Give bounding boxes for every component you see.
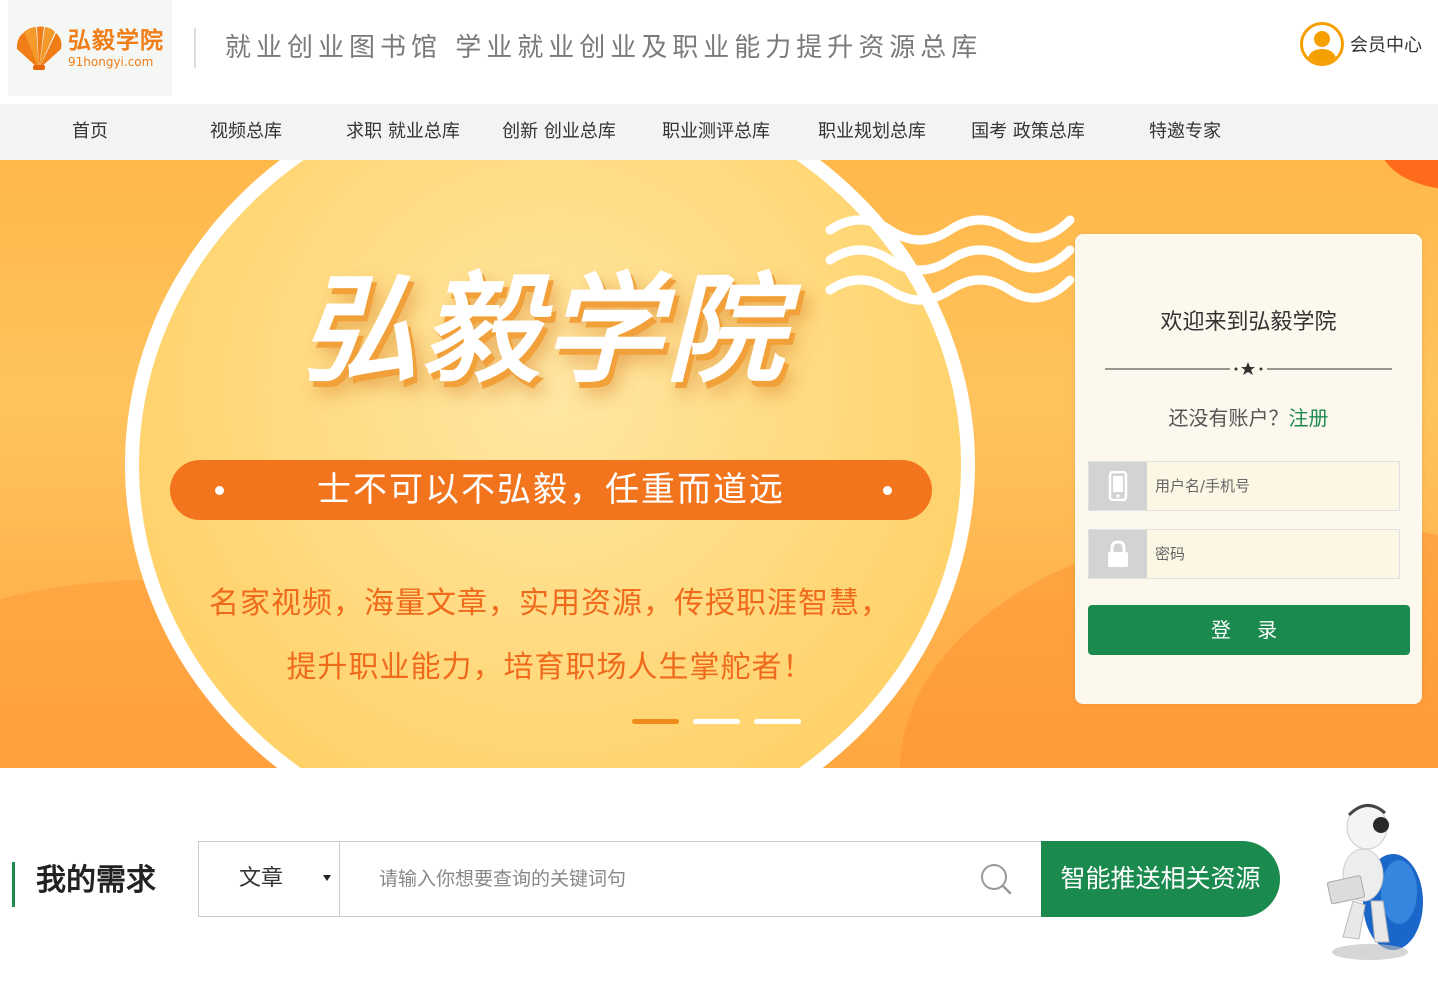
password-input[interactable] xyxy=(1147,530,1399,578)
nav-item-job[interactable]: 求职 就业总库 xyxy=(343,104,463,160)
nav-item-video[interactable]: 视频总库 xyxy=(208,104,284,160)
nav-item-home[interactable]: 首页 xyxy=(70,104,110,160)
need-title: 我的需求 xyxy=(36,863,156,898)
lock-icon xyxy=(1089,530,1147,578)
nav-item-planning[interactable]: 职业规划总库 xyxy=(814,104,930,160)
banner-bg-shape xyxy=(1380,160,1438,190)
slogan-dot xyxy=(215,486,224,495)
site-tagline: 就业创业图书馆 学业就业创业及职业能力提升资源总库 xyxy=(225,33,983,63)
login-divider xyxy=(1105,362,1392,375)
password-field[interactable] xyxy=(1088,529,1400,579)
login-panel: 欢迎来到弘毅学院 还没有账户？注册 登 录 xyxy=(1075,234,1422,704)
slide-indicators xyxy=(632,719,801,724)
slogan-text: 士不可以不弘毅，任重而道远 xyxy=(317,470,785,510)
no-account-text: 还没有账户？ xyxy=(1168,406,1289,430)
banner-title: 弘毅学院 xyxy=(300,261,789,399)
need-search-bar: 文章 智能推送相关资源 xyxy=(198,841,1280,917)
need-accent-bar xyxy=(12,862,15,907)
username-field[interactable] xyxy=(1088,461,1400,511)
phone-icon xyxy=(1089,462,1147,510)
mascot-figure xyxy=(1326,804,1423,960)
register-prompt: 还没有账户？注册 xyxy=(1075,402,1422,431)
slogan-dot xyxy=(883,486,892,495)
category-select-value: 文章 xyxy=(239,866,284,891)
nav-item-experts[interactable]: 特邀专家 xyxy=(1146,104,1224,160)
username-input[interactable] xyxy=(1147,462,1399,510)
banner-desc-line1: 名家视频，海量文章，实用资源，传授职涯智慧， xyxy=(209,586,891,621)
slide-indicator-2[interactable] xyxy=(693,719,740,724)
shell-logo-icon xyxy=(16,26,62,70)
nav-item-startup[interactable]: 创新 创业总库 xyxy=(499,104,619,160)
main-nav: 首页 视频总库 求职 就业总库 创新 创业总库 职业测评总库 职业规划总库 国考… xyxy=(0,104,1438,160)
search-input[interactable] xyxy=(341,842,981,916)
site-header: 弘毅学院 91hongyi.com 就业创业图书馆 学业就业创业及职业能力提升资… xyxy=(0,0,1438,104)
header-divider xyxy=(194,28,196,68)
wave-decoration xyxy=(825,215,1075,305)
login-button[interactable]: 登 录 xyxy=(1088,605,1410,655)
banner-slogan: 士不可以不弘毅，任重而道远 xyxy=(170,460,932,520)
category-select[interactable]: 文章 xyxy=(199,842,340,916)
slide-indicator-3[interactable] xyxy=(754,719,801,724)
member-center-label: 会员中心 xyxy=(1350,35,1422,56)
register-link[interactable]: 注册 xyxy=(1289,406,1329,430)
logo-domain-text: 91hongyi.com xyxy=(68,55,154,69)
banner-desc-line2: 提升职业能力，培育职场人生掌舵者！ xyxy=(286,650,814,685)
slide-indicator-1[interactable] xyxy=(632,719,679,724)
logo-chinese-text: 弘毅学院 xyxy=(68,28,164,54)
nav-item-assessment[interactable]: 职业测评总库 xyxy=(658,104,774,160)
caret-down-icon xyxy=(323,875,331,881)
smart-push-button[interactable]: 智能推送相关资源 xyxy=(1041,841,1280,917)
user-avatar-icon xyxy=(1300,22,1344,66)
login-welcome: 欢迎来到弘毅学院 xyxy=(1160,310,1337,335)
search-icon[interactable] xyxy=(979,862,1013,896)
site-logo[interactable]: 弘毅学院 91hongyi.com xyxy=(8,0,172,96)
nav-item-policy[interactable]: 国考 政策总库 xyxy=(968,104,1088,160)
member-center-link[interactable]: 会员中心 xyxy=(1300,22,1422,66)
